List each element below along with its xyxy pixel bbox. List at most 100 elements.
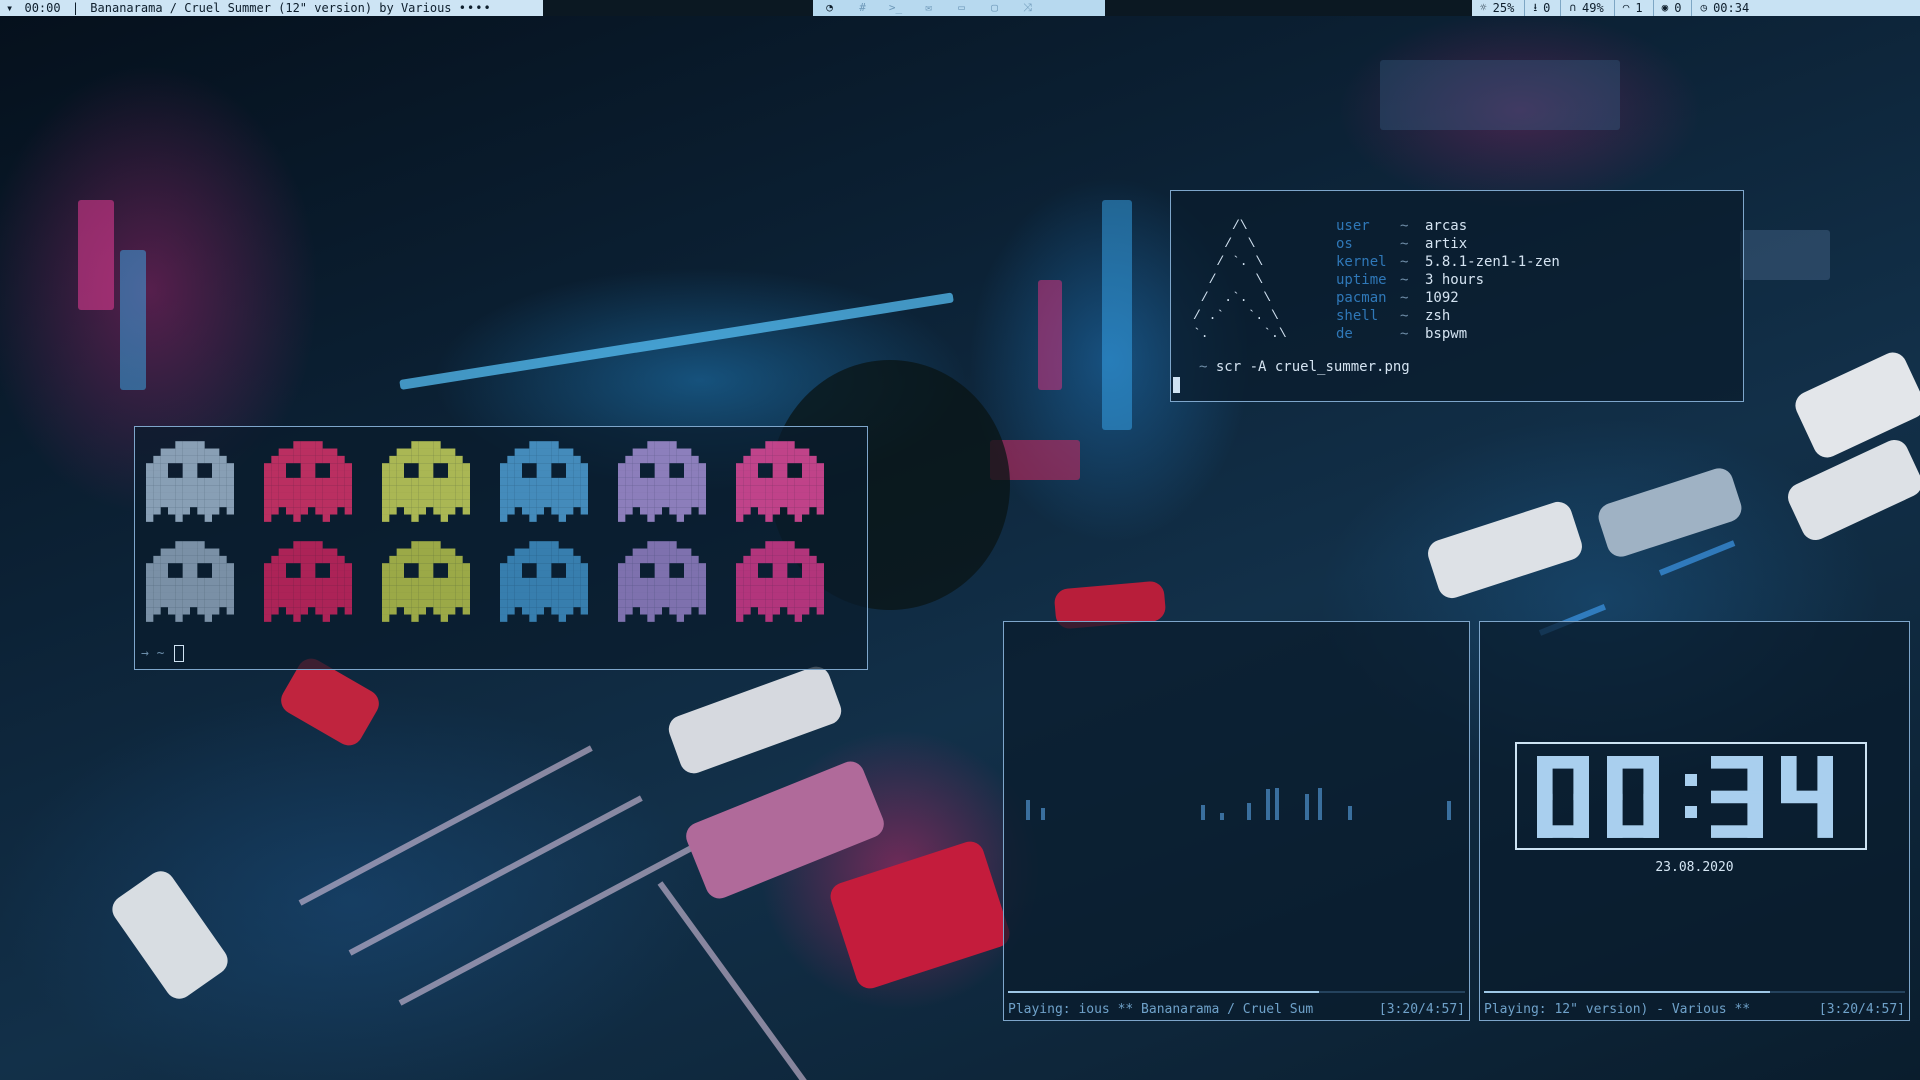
car-white-right-2 [1783,435,1920,545]
window-icon: ▢ [991,1,998,14]
ghost-sprite [145,537,235,625]
system-stats: ☼ 25% ⭳ 0 ∩ 49% ◠ 1 ◉ 0 ◷ 00:34 [1472,0,1920,16]
ghost-sprite [735,437,825,525]
visualizer-bars [1004,622,1469,982]
neon-sign-left-lower [120,250,146,390]
now-playing-title[interactable]: Bananarama / Cruel Summer (12" version) … [90,1,451,15]
terminal-swirl-icon: ◔ [826,1,833,14]
clock-colon [1685,774,1697,786]
stat-updates[interactable]: ◉ 0 [1652,0,1692,16]
info-row-pacman: pacman ~1092 [1336,290,1459,306]
stat-cpu[interactable]: ☼ 25% [1472,0,1524,16]
stat-wifi[interactable]: ◠ 1 [1613,0,1653,16]
visualizer-bar [1318,788,1322,820]
info-row-shell: shell ~ zsh [1336,308,1451,324]
prompt-tilde: ~ [1199,359,1208,375]
stat-clock[interactable]: ◷ 00:34 [1691,0,1759,16]
playback-progress-bar[interactable] [1008,991,1465,993]
ghost-sprite [617,437,707,525]
ghost-sprite [263,537,353,625]
info-row-uptime: uptime ~3 hours [1336,272,1485,288]
status-bar: ▾ 00:00 | Bananarama / Cruel Summer (12"… [0,0,1920,16]
visualizer-bar [1026,800,1030,820]
neon-sign-pink-tower [1038,280,1062,390]
bar-media-section: ▾ 00:00 | Bananarama / Cruel Summer (12"… [0,0,549,16]
clock-date: 23.08.2020 [1655,860,1734,875]
stat-downloads-value: 0 [1543,1,1551,15]
clock-icon: ◷ [1700,1,1708,14]
brightness-icon: ☼ [1480,1,1487,14]
now-playing-text: Playing: ious ** Bananarama / Cruel Sum [1008,1002,1314,1017]
workspace-4[interactable]: ▭ [945,0,978,16]
shell-prompt-icon: >_ [888,1,903,14]
now-playing-time: [3:20/4:57] [1378,1002,1465,1017]
clock-window[interactable]: 23.08.2020 Playing: 12" version) - Vario… [1479,621,1910,1021]
clock-digit [1711,756,1763,838]
playback-progress-bar[interactable] [1484,991,1905,993]
car-white-center [664,662,846,778]
mail-icon: ✉ [925,1,932,14]
command-text: scr -A cruel_summer.png [1215,359,1410,375]
audio-visualizer-window[interactable]: Playing: ious ** Bananarama / Cruel Sum … [1003,621,1470,1021]
neon-sign-korean-top [1380,60,1620,130]
stat-volume[interactable]: ∩ 49% [1560,0,1613,16]
car-white-right-1 [1424,498,1586,602]
prompt-arrow-icon: → [141,646,149,661]
ghost-sprite [499,537,589,625]
visualizer-bar [1348,806,1352,820]
workspace-0[interactable]: ◔ [813,0,846,16]
now-playing-text: Playing: 12" version) - Various ** [1484,1002,1751,1017]
visualizer-bar [1247,803,1251,820]
info-row-kernel: kernel ~5.8.1-zen1-1-zen [1336,254,1560,270]
ghost-sprite [381,437,471,525]
workspace-5[interactable]: ▢ [978,0,1011,16]
terminal-ghosts-window[interactable]: → ~ [134,426,868,670]
visualizer-bar [1447,801,1451,820]
now-playing-time: [3:20/4:57] [1818,1002,1905,1017]
ghost-sprite [381,537,471,625]
stat-volume-value: 49% [1582,1,1604,15]
visualizer-bar [1305,794,1309,820]
now-playing-status: Playing: ious ** Bananarama / Cruel Sum … [1008,1002,1465,1017]
chevron-down-icon[interactable]: ▾ [0,1,17,15]
ghost-sprite [263,437,353,525]
visualizer-bar [1041,808,1045,820]
neon-sign-tower [1102,200,1132,430]
track-progress-dots: •••• [458,1,492,15]
headphones-icon: ∩ [1569,1,1577,14]
stat-updates-value: 0 [1674,1,1682,15]
visualizer-bar [1220,813,1224,820]
playback-progress-fill [1008,991,1319,993]
ghost-terminal-prompt[interactable]: → ~ [141,645,185,662]
neon-sign-left [78,200,114,310]
system-info-list: user ~ arcas os ~ artix kernel ~5.8.1-zen1-1-… [1336,217,1560,343]
bar-gap [1105,0,1472,16]
workspace-2[interactable]: >_ [879,0,912,16]
lane-line [657,881,839,1080]
stat-downloads[interactable]: ⭳ 0 [1524,0,1560,16]
workspace-6[interactable]: ⤨ [1011,0,1044,16]
workspace-3[interactable]: ✉ [912,0,945,16]
now-playing-status: Playing: 12" version) - Various ** [3:20… [1484,1002,1905,1017]
prompt-tilde: ~ [156,646,165,661]
wifi-icon: ◠ [1622,1,1630,14]
text-cursor [1173,377,1180,393]
ghost-sprite [499,437,589,525]
download-icon: ⭳ [1533,1,1538,14]
workspace-1[interactable]: # [846,0,879,16]
package-icon: ◉ [1661,1,1669,14]
visualizer-bar [1201,805,1205,820]
workspace-switcher: ◔ # >_ ✉ ▭ ▢ ⤨ [813,0,1105,16]
terminal-fetch-window[interactable]: /\ / \ / `. \ / \ / .`. \ / .` `. \ `. `… [1170,190,1744,402]
command-line[interactable]: ~ scr -A cruel_summer.png [1199,359,1410,375]
distro-logo-ascii: /\ / \ / `. \ / \ / .`. \ / .` `. \ `. `… [1193,218,1287,341]
bar-time-left: 00:00 [24,1,61,15]
crosswalk-stripe [298,745,593,906]
bar-gap [543,0,813,16]
visualizer-bar [1266,789,1270,820]
stat-cpu-value: 25% [1492,1,1515,15]
playback-progress-fill [1484,991,1771,993]
info-row-user: user ~ arcas [1336,218,1468,234]
firetruck [826,837,1014,993]
ghost-sprite [617,537,707,625]
